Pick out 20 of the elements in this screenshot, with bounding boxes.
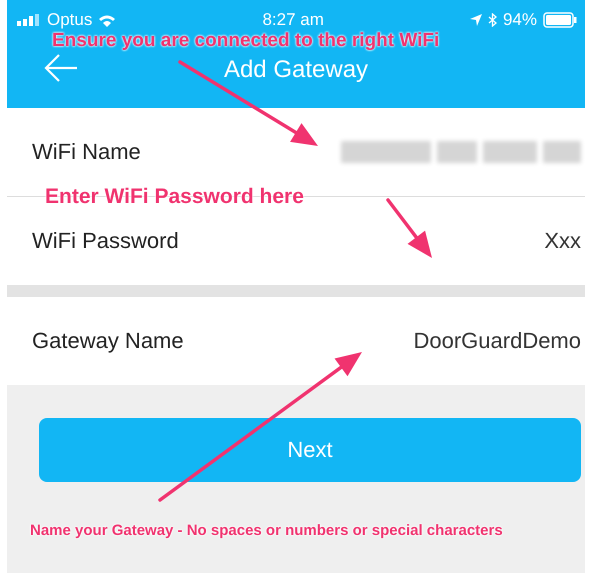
battery-percent: 94% [502, 10, 537, 30]
back-button[interactable] [43, 53, 79, 83]
field-label: WiFi Name [32, 139, 141, 165]
annotation-arrow [386, 198, 432, 258]
annotation-text: Enter WiFi Password here [45, 185, 304, 209]
field-value: DoorGuardDemo [413, 328, 581, 354]
screen-title: Add Gateway [224, 56, 368, 84]
next-button[interactable]: Next [39, 418, 581, 482]
field-label: WiFi Password [32, 228, 179, 254]
location-icon [470, 14, 482, 26]
signal-icon [17, 14, 41, 26]
field-label: Gateway Name [32, 328, 184, 354]
status-time: 8:27 am [262, 10, 324, 30]
battery-icon [542, 12, 577, 28]
field-value: Xxx [544, 228, 581, 254]
carrier-name: Optus [47, 10, 92, 30]
annotation-text: Ensure you are connected to the right WiFi [52, 30, 440, 52]
annotation-text: Name your Gateway - No spaces or numbers or special characters [30, 522, 503, 539]
wifi-icon [98, 14, 116, 26]
bluetooth-icon [488, 13, 497, 27]
